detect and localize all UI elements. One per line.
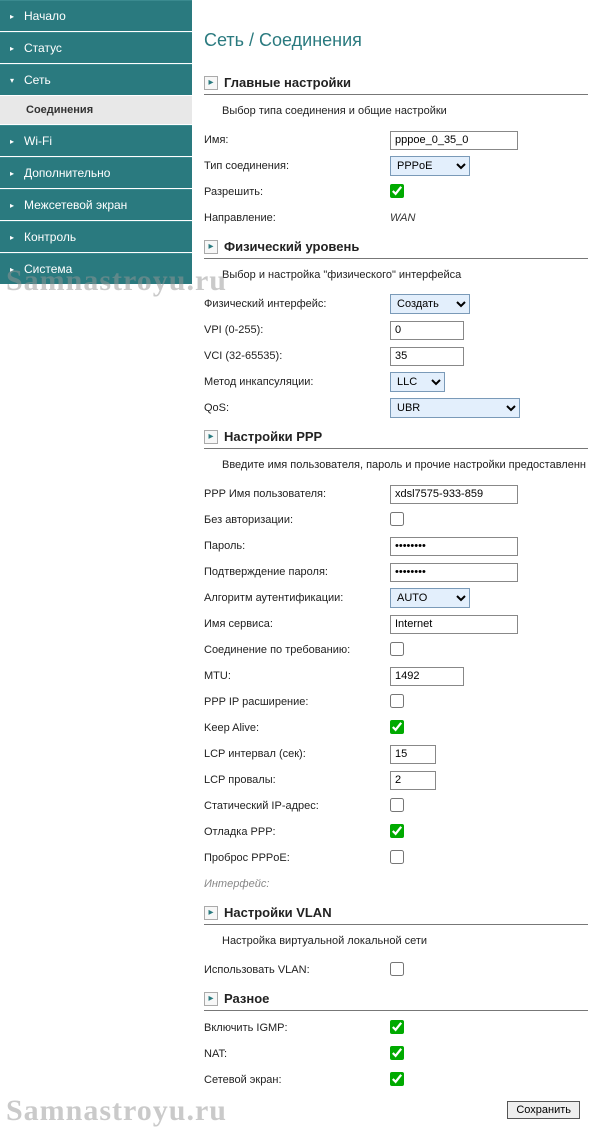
- nav-firewall[interactable]: ▸Межсетевой экран: [0, 189, 192, 221]
- section-vlan-desc: Настройка виртуальной локальной сети: [204, 931, 588, 955]
- mtu-input[interactable]: [390, 667, 464, 686]
- use-vlan-checkbox[interactable]: [390, 962, 404, 976]
- label-pass2: Подтверждение пароля:: [204, 566, 390, 578]
- subnav-connections[interactable]: Соединения: [0, 96, 192, 125]
- expand-icon: ▸: [204, 992, 218, 1006]
- dial-checkbox[interactable]: [390, 642, 404, 656]
- conn-type-select[interactable]: PPPoE: [390, 156, 470, 176]
- arrow-icon: ▾: [10, 76, 18, 85]
- label-use-vlan: Использовать VLAN:: [204, 964, 390, 976]
- nav-control[interactable]: ▸Контроль: [0, 221, 192, 253]
- debug-checkbox[interactable]: [390, 824, 404, 838]
- arrow-icon: ▸: [10, 44, 18, 53]
- label-service: Имя сервиса:: [204, 618, 390, 630]
- label-lcpfail: LCP провалы:: [204, 774, 390, 786]
- label-phy-iface: Физический интерфейс:: [204, 298, 390, 310]
- nav-status[interactable]: ▸Статус: [0, 32, 192, 64]
- expand-icon: ▸: [204, 906, 218, 920]
- label-pass: Пароль:: [204, 540, 390, 552]
- firewall-checkbox[interactable]: [390, 1072, 404, 1086]
- label-passthru: Проброс PPPoE:: [204, 852, 390, 864]
- lcp-interval-input[interactable]: [390, 745, 436, 764]
- section-ppp: ▸ Настройки PPP: [204, 425, 588, 449]
- section-ppp-desc: Введите имя пользователя, пароль и прочи…: [204, 455, 588, 479]
- section-vlan: ▸ Настройки VLAN: [204, 901, 588, 925]
- nav-network[interactable]: ▾Сеть: [0, 64, 192, 96]
- auth-select[interactable]: AUTO: [390, 588, 470, 608]
- noauth-checkbox[interactable]: [390, 512, 404, 526]
- label-dial: Соединение по требованию:: [204, 644, 390, 656]
- service-input[interactable]: [390, 615, 518, 634]
- label-ppp-user: PPP Имя пользователя:: [204, 488, 390, 500]
- label-static: Статический IP-адрес:: [204, 800, 390, 812]
- arrow-icon: ▸: [10, 169, 18, 178]
- label-allow: Разрешить:: [204, 186, 390, 198]
- label-igmp: Включить IGMP:: [204, 1022, 390, 1034]
- static-ip-checkbox[interactable]: [390, 798, 404, 812]
- nat-checkbox[interactable]: [390, 1046, 404, 1060]
- label-noauth: Без авторизации:: [204, 514, 390, 526]
- igmp-checkbox[interactable]: [390, 1020, 404, 1034]
- section-phy-desc: Выбор и настройка "физического" интерфей…: [204, 265, 588, 289]
- label-nat: NAT:: [204, 1048, 390, 1060]
- section-main: ▸ Главные настройки: [204, 71, 588, 95]
- label-lcpint: LCP интервал (сек):: [204, 748, 390, 760]
- name-input[interactable]: [390, 131, 518, 150]
- label-name: Имя:: [204, 134, 390, 146]
- ppp-user-input[interactable]: [390, 485, 518, 504]
- sidebar: ▸Начало ▸Статус ▾Сеть Соединения ▸Wi-Fi …: [0, 0, 192, 1131]
- nav-system[interactable]: ▸Система: [0, 253, 192, 285]
- lcp-fail-input[interactable]: [390, 771, 436, 790]
- section-misc: ▸ Разное: [204, 987, 588, 1011]
- qos-select[interactable]: UBR: [390, 398, 520, 418]
- nav-wifi[interactable]: ▸Wi-Fi: [0, 125, 192, 157]
- label-conn-type: Тип соединения:: [204, 160, 390, 172]
- label-qos: QoS:: [204, 402, 390, 414]
- label-interface: Интерфейс:: [204, 878, 390, 890]
- arrow-icon: ▸: [10, 201, 18, 210]
- page-title: Сеть / Соединения: [204, 30, 588, 51]
- label-vci: VCI (32-65535):: [204, 350, 390, 362]
- label-mtu: MTU:: [204, 670, 390, 682]
- save-button[interactable]: Сохранить: [507, 1101, 580, 1119]
- label-fw: Сетевой экран:: [204, 1074, 390, 1086]
- label-ipext: PPP IP расширение:: [204, 696, 390, 708]
- passthru-checkbox[interactable]: [390, 850, 404, 864]
- section-main-desc: Выбор типа соединения и общие настройки: [204, 101, 588, 125]
- password-input[interactable]: [390, 537, 518, 556]
- password-confirm-input[interactable]: [390, 563, 518, 582]
- keepalive-checkbox[interactable]: [390, 720, 404, 734]
- expand-icon: ▸: [204, 76, 218, 90]
- direction-value: WAN: [390, 212, 415, 224]
- encap-select[interactable]: LLC: [390, 372, 445, 392]
- arrow-icon: ▸: [10, 137, 18, 146]
- label-debug: Отладка PPP:: [204, 826, 390, 838]
- expand-icon: ▸: [204, 240, 218, 254]
- ipext-checkbox[interactable]: [390, 694, 404, 708]
- label-auth: Алгоритм аутентификации:: [204, 592, 390, 604]
- arrow-icon: ▸: [10, 233, 18, 242]
- vpi-input[interactable]: [390, 321, 464, 340]
- arrow-icon: ▸: [10, 265, 18, 274]
- allow-checkbox[interactable]: [390, 184, 404, 198]
- label-encap: Метод инкапсуляции:: [204, 376, 390, 388]
- label-direction: Направление:: [204, 212, 390, 224]
- section-phy: ▸ Физический уровень: [204, 235, 588, 259]
- arrow-icon: ▸: [10, 12, 18, 21]
- expand-icon: ▸: [204, 430, 218, 444]
- nav-home[interactable]: ▸Начало: [0, 0, 192, 32]
- nav-advanced[interactable]: ▸Дополнительно: [0, 157, 192, 189]
- label-vpi: VPI (0-255):: [204, 324, 390, 336]
- phy-iface-select[interactable]: Создать: [390, 294, 470, 314]
- vci-input[interactable]: [390, 347, 464, 366]
- label-keep: Keep Alive:: [204, 722, 390, 734]
